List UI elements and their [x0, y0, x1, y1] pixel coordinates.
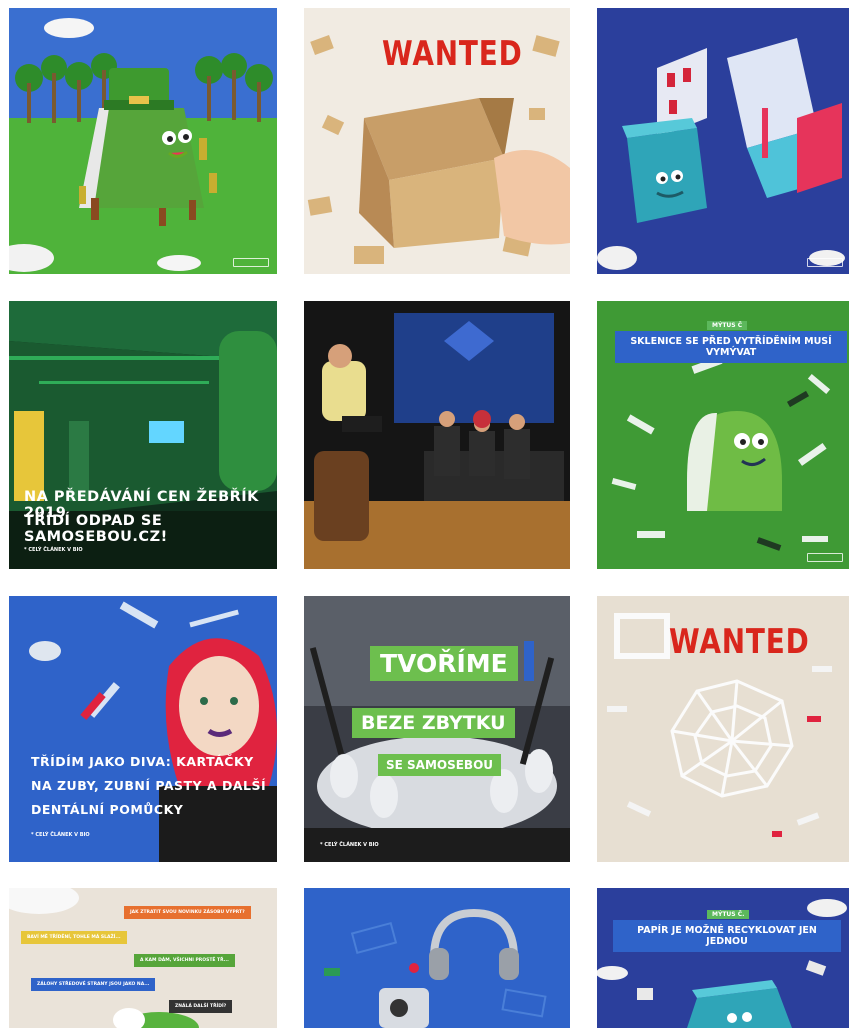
myth-badge: MÝTUS Č	[707, 321, 748, 330]
post-caption-line-2: TŘÍDÍ ODPAD SE SAMOSEBOU.CZ!	[24, 513, 168, 545]
illustration-headphones-phone	[304, 888, 570, 1028]
speech-bubble-1: JAK ZTRATIT SVOU NOVINKU ZÁSOBU VÝPRT?	[124, 906, 251, 919]
speech-bubble-3: A KAM DÁM, VŠICHNI PROSTĚ TŘ...	[134, 954, 235, 967]
speech-bubble-3-text: A KAM DÁM, VŠICHNI PROSTĚ TŘ...	[140, 958, 229, 963]
brand-logo	[807, 553, 843, 562]
speech-bubble-2-text: BAVÍ MĚ TŘÍDĚNÍ, TOHLE MÁ SLAŽÍ...	[27, 935, 121, 940]
post-tile-zebrik-2019[interactable]: NA PŘEDÁVÁNÍ CEN ŽEBŘÍK 2019 TŘÍDÍ ODPAD…	[9, 301, 277, 569]
wanted-headline: WANTED	[382, 34, 523, 74]
post-caption-line-2: NA ZUBY, ZUBNÍ PASTY A DALŠÍ	[31, 778, 267, 793]
post-caption-line-3: DENTÁLNÍ POMŮCKY	[31, 802, 184, 817]
tvorime-line-1-text: TVOŘÍME	[380, 649, 508, 678]
post-tile-bubbles[interactable]: JAK ZTRATIT SVOU NOVINKU ZÁSOBU VÝPRT? B…	[9, 888, 277, 1028]
instagram-post-grid: WANTED NA PŘEDÁVÁNÍ CEN ŽEBŘÍK 2019 TŘÍD…	[0, 0, 850, 1028]
tvorime-line-1: TVOŘÍME	[370, 646, 518, 681]
brand-logo	[807, 258, 843, 267]
post-caption-line-1: TŘÍDÍM JAKO DIVA: KARTÁČKY	[31, 754, 254, 769]
illustration-leprechaun-bin	[9, 8, 277, 274]
tvorime-line-3-text: SE SAMOSEBOU	[386, 758, 494, 772]
myth-badge-label: MÝTUS Č	[712, 322, 743, 329]
myth-banner-text: PAPÍR JE MOŽNÉ RECYKLOVAT JEN JEDNOU	[637, 925, 817, 947]
speech-bubble-5-text: ZNÁLÁ DALŠÍ TŘÍDÍ?	[175, 1004, 227, 1009]
post-tile-isometric-desk[interactable]	[597, 8, 849, 274]
illustration-isometric-office	[597, 8, 849, 274]
myth-badge: MÝTUS Č.	[707, 910, 750, 919]
post-tile-tvorime[interactable]: TVOŘÍME BEZE ZBYTKU SE SAMOSEBOU * CELÝ …	[304, 596, 570, 862]
wanted-headline: WANTED	[669, 622, 810, 662]
read-more-note: * CELÝ ČLÁNEK V BIO	[24, 547, 83, 553]
post-tile-bin-leprechaun[interactable]	[9, 8, 277, 274]
tvorime-line-2: BEZE ZBYTKU	[352, 708, 515, 738]
speech-bubble-1-text: JAK ZTRATIT SVOU NOVINKU ZÁSOBU VÝPRT?	[130, 910, 245, 915]
speech-bubble-2: BAVÍ MĚ TŘÍDĚNÍ, TOHLE MÁ SLAŽÍ...	[21, 931, 127, 944]
myth-banner: PAPÍR JE MOŽNÉ RECYKLOVAT JEN JEDNOU	[613, 920, 841, 952]
illustration-diva	[9, 596, 277, 862]
tvorime-line-3: SE SAMOSEBOU	[378, 754, 502, 776]
read-more-note: * CELÝ ČLÁNEK V BIO	[31, 832, 90, 838]
myth-badge-label: MÝTUS Č.	[712, 911, 745, 918]
speech-bubble-4: ZÁLOHY STŘEDOVÉ STRANY JSOU JAKO NA...	[31, 978, 156, 991]
post-tile-stage-discussion[interactable]	[304, 301, 570, 569]
post-tile-electronics[interactable]	[304, 888, 570, 1028]
post-tile-myth-glass[interactable]: MÝTUS Č SKLENICE SE PŘED VYTŘÍDĚNÍM MUSÍ…	[597, 301, 849, 569]
post-tile-myth-paper[interactable]: MÝTUS Č. PAPÍR JE MOŽNÉ RECYKLOVAT JEN J…	[597, 888, 849, 1028]
post-tile-wanted-web[interactable]: WANTED	[597, 596, 849, 862]
tvorime-line-2-text: BEZE ZBYTKU	[361, 712, 506, 734]
photo-panel-discussion	[304, 301, 570, 569]
myth-banner: SKLENICE SE PŘED VYTŘÍDĚNÍM MUSÍ VYMÝVAT	[615, 331, 847, 363]
brand-logo	[233, 258, 269, 267]
speech-bubble-5: ZNÁLÁ DALŠÍ TŘÍDÍ?	[169, 1000, 233, 1013]
read-more-note: * CELÝ ČLÁNEK V BIO	[320, 842, 379, 848]
illustration-paper-bin	[597, 888, 849, 1028]
speech-bubble-4-text: ZÁLOHY STŘEDOVÉ STRANY JSOU JAKO NA...	[37, 982, 150, 987]
myth-banner-text: SKLENICE SE PŘED VYTŘÍDĚNÍM MUSÍ VYMÝVAT	[630, 336, 832, 358]
post-tile-dental-diva[interactable]: TŘÍDÍM JAKO DIVA: KARTÁČKY NA ZUBY, ZUBN…	[9, 596, 277, 862]
post-tile-wanted-box[interactable]: WANTED	[304, 8, 570, 274]
